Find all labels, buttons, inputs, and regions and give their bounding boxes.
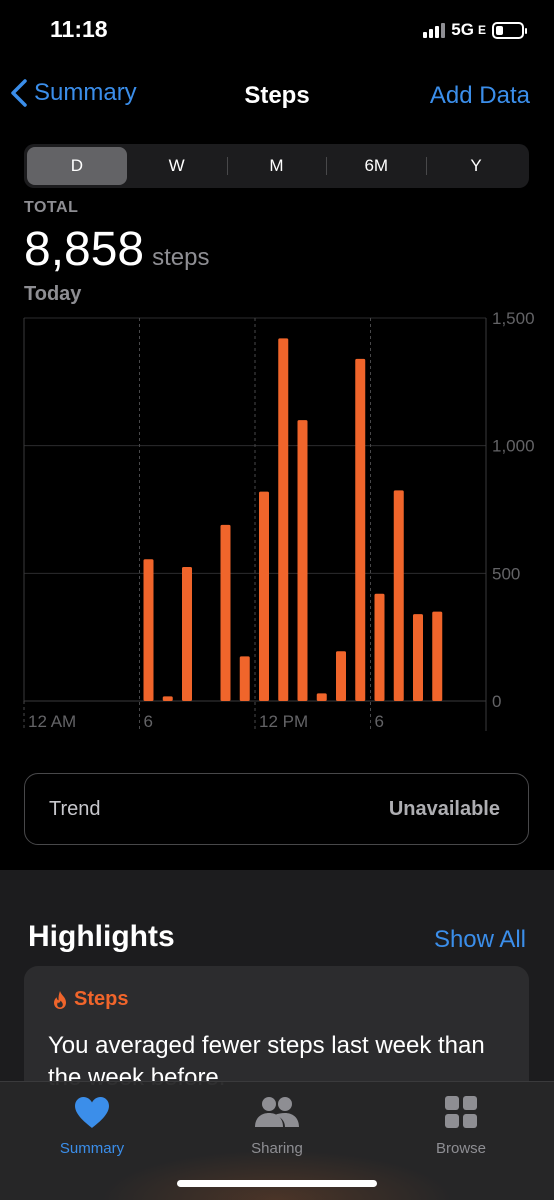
x-tick-label: 6 <box>144 712 153 731</box>
highlights-title: Highlights <box>28 920 175 953</box>
step-bar <box>413 614 423 701</box>
navigation-bar: Summary Steps Add Data <box>0 60 554 130</box>
period-segmented-control: D W M 6M Y <box>24 144 529 188</box>
step-bar <box>297 420 308 701</box>
home-indicator[interactable] <box>177 1180 377 1187</box>
steps-detail: D W M 6M Y TOTAL 8,858 steps Today 1,500… <box>0 130 554 870</box>
segment-month[interactable]: M <box>226 147 327 185</box>
step-bar <box>336 651 346 701</box>
y-tick-label: 0 <box>492 692 501 711</box>
y-tick-label: 1,500 <box>492 310 535 328</box>
total-value: 8,858 steps <box>24 222 210 277</box>
add-data-button[interactable]: Add Data <box>430 82 530 110</box>
tab-summary[interactable]: Summary <box>32 1092 152 1157</box>
people-icon <box>253 1092 301 1132</box>
tab-browse[interactable]: Browse <box>401 1092 521 1157</box>
total-steps-number: 8,858 <box>24 223 145 276</box>
step-bar <box>355 358 366 701</box>
status-bar: 11:18 5G E <box>0 0 554 60</box>
step-bar <box>374 593 385 701</box>
tab-sharing[interactable]: Sharing <box>217 1092 337 1157</box>
step-bar <box>162 696 173 701</box>
step-bar <box>259 491 269 701</box>
status-time: 11:18 <box>50 16 108 42</box>
flame-icon <box>54 990 66 1009</box>
highlight-card-title: Steps <box>74 988 129 1010</box>
back-label: Summary <box>34 79 137 106</box>
x-tick-label: 12 PM <box>259 712 308 731</box>
network-suffix: E <box>477 23 486 37</box>
network-type: 5G <box>451 20 474 39</box>
step-bar <box>393 490 404 701</box>
step-bar <box>182 566 192 701</box>
step-bar <box>316 693 327 701</box>
total-unit: steps <box>152 244 210 271</box>
back-button[interactable]: Summary <box>10 78 137 108</box>
step-bar <box>239 656 250 701</box>
battery-icon <box>492 21 527 39</box>
status-icons: 5G E <box>423 20 527 40</box>
signal-icon <box>423 22 446 38</box>
trend-value: Unavailable <box>388 797 500 820</box>
grid-icon <box>444 1092 478 1132</box>
show-all-button[interactable]: Show All <box>434 926 526 954</box>
chevron-left-icon <box>11 79 27 107</box>
step-bar <box>432 611 443 701</box>
segment-year[interactable]: Y <box>426 147 526 185</box>
x-tick-label: 6 <box>375 712 384 731</box>
heart-icon <box>73 1092 111 1132</box>
trend-label: Trend <box>49 797 101 820</box>
y-tick-label: 1,000 <box>492 437 535 456</box>
total-label: TOTAL <box>24 199 79 216</box>
tab-browse-label: Browse <box>435 1140 487 1157</box>
trend-card[interactable]: Trend Unavailable <box>24 773 529 845</box>
x-tick-label: 12 AM <box>28 712 76 731</box>
tab-sharing-label: Sharing <box>251 1140 303 1157</box>
steps-bar-chart[interactable]: 1,500 1,000 500 0 12 AM 6 12 PM 6 <box>0 310 554 740</box>
y-tick-label: 500 <box>492 564 520 583</box>
step-bar <box>143 559 154 701</box>
step-bar <box>220 524 231 701</box>
total-period: Today <box>24 283 82 305</box>
segment-day[interactable]: D <box>27 147 127 185</box>
highlight-card-header: Steps <box>52 988 128 1011</box>
tab-summary-label: Summary <box>59 1140 125 1157</box>
segment-week[interactable]: W <box>127 147 227 185</box>
step-bar <box>278 338 289 701</box>
segment-six-month[interactable]: 6M <box>326 147 426 185</box>
